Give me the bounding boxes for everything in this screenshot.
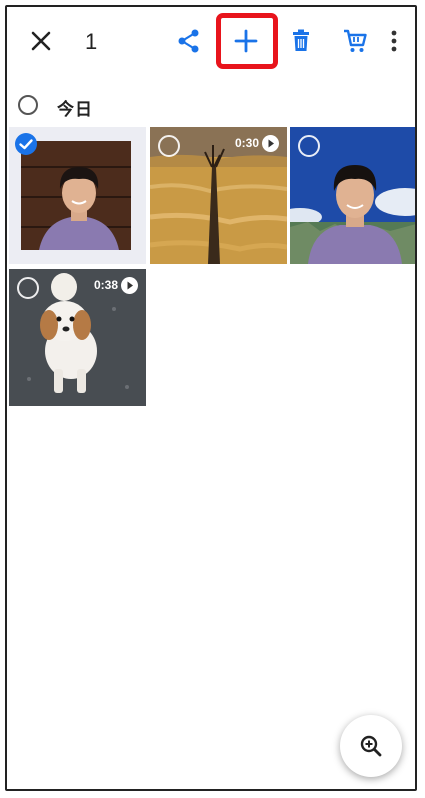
share-icon: [178, 29, 199, 53]
phone-screen: 1 今日 0:30 0:38: [5, 5, 417, 791]
select-radio[interactable]: [17, 277, 39, 299]
add-button[interactable]: [224, 19, 268, 63]
selected-count: 1: [85, 29, 98, 54]
selected-check[interactable]: [15, 133, 37, 155]
video-duration: 0:38: [93, 278, 118, 292]
close-button[interactable]: [19, 19, 63, 63]
more-button[interactable]: [379, 19, 409, 63]
close-icon: [31, 31, 51, 51]
play-icon: [127, 281, 133, 290]
select-radio[interactable]: [298, 135, 320, 157]
more-vert-icon: [391, 30, 397, 52]
shopping-cart-icon: [344, 29, 367, 52]
date-section-header: 今日: [7, 87, 415, 123]
selection-toolbar: 1: [7, 7, 415, 77]
select-radio[interactable]: [158, 135, 180, 157]
play-badge: [121, 277, 138, 294]
share-button[interactable]: [167, 19, 211, 63]
add-icon: [234, 29, 258, 53]
media-tile-2[interactable]: 0:30: [150, 127, 287, 264]
delete-button[interactable]: [279, 19, 323, 63]
zoom-button[interactable]: [340, 715, 402, 777]
play-badge: [262, 135, 279, 152]
delete-icon: [293, 29, 309, 51]
check-icon: [19, 139, 33, 150]
video-duration: 0:30: [234, 136, 259, 150]
select-day-radio[interactable]: [18, 95, 38, 115]
media-tile-3[interactable]: [290, 127, 415, 264]
shop-button[interactable]: [333, 19, 377, 63]
play-icon: [268, 139, 274, 148]
media-tile-1[interactable]: [9, 127, 146, 264]
date-label: 今日: [57, 100, 93, 119]
media-tile-4[interactable]: 0:38: [9, 269, 146, 406]
zoom-in-icon: [360, 735, 382, 757]
